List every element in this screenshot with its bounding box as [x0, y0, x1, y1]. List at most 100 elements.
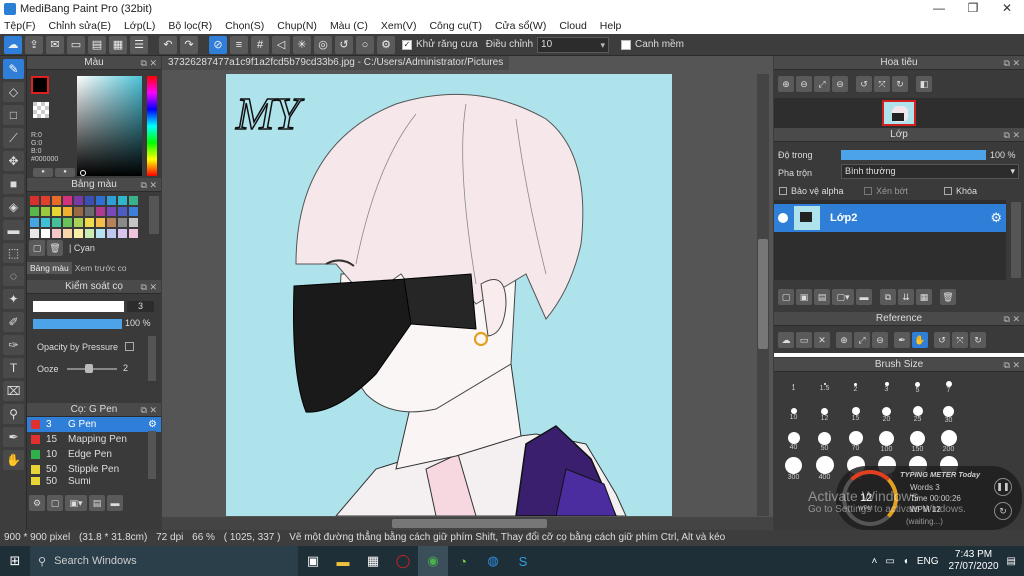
panel-popout-icon[interactable]: ⧉ ✕ [1004, 128, 1020, 142]
palette-swatch[interactable] [107, 196, 116, 205]
horizontal-scroll-thumb[interactable] [392, 519, 547, 528]
chrome-icon[interactable]: ◉ [418, 546, 448, 576]
reference-eyedropper-icon[interactable]: ✒ [894, 332, 910, 348]
palette-swatch[interactable] [118, 207, 127, 216]
new-layer-icon[interactable]: ▢ [778, 289, 794, 305]
delete-swatch-icon[interactable]: 🗑 [47, 240, 63, 256]
palette-swatch[interactable] [30, 229, 39, 238]
menu-select[interactable]: Chọn(S) [225, 20, 264, 32]
reference-hand-icon[interactable]: ✋ [912, 332, 928, 348]
network-icon[interactable]: ▭ [885, 556, 894, 567]
list-icon[interactable]: ☰ [130, 35, 148, 54]
brush-size-option[interactable]: 15 [840, 401, 871, 428]
comment-icon[interactable]: ▭ [67, 35, 85, 54]
app-pinned-icon[interactable]: ◔ [448, 546, 478, 576]
menu-cloud[interactable]: Cloud [559, 20, 586, 32]
palette-swatch[interactable] [30, 207, 39, 216]
protect-alpha-checkbox[interactable] [779, 187, 787, 195]
layer-row[interactable]: Lớp2 ⚙ [774, 204, 1006, 232]
select-tool-icon[interactable]: ⬚ [3, 243, 24, 263]
delete-layer-icon[interactable]: 🗑 [940, 289, 956, 305]
text-tool-icon[interactable]: T [3, 358, 24, 378]
task-view-icon[interactable]: ▣ [298, 546, 328, 576]
layer-visibility-icon[interactable] [778, 213, 788, 223]
lasso-tool-icon[interactable]: ◌ [3, 266, 24, 286]
reset-view-icon[interactable]: ⤧ [874, 76, 890, 92]
gear-icon[interactable]: ⚙ [377, 35, 395, 54]
brush-size-option[interactable]: 70 [840, 428, 871, 455]
volume-icon[interactable]: ◖ [903, 556, 909, 567]
move-tool-icon[interactable]: ✥ [3, 151, 24, 171]
divide-tool-icon[interactable]: ⌧ [3, 381, 24, 401]
radial-snap-icon[interactable]: ✳ [293, 35, 311, 54]
grid-icon[interactable]: ▦ [109, 35, 127, 54]
brush-size-option[interactable]: 5 [902, 374, 933, 401]
brush-size-value[interactable]: 3 [127, 301, 154, 312]
palette-swatch[interactable] [96, 218, 105, 227]
duplicate-layer-icon[interactable]: ⧉ [880, 289, 896, 305]
hue-slider[interactable] [147, 76, 157, 176]
drawing-canvas[interactable]: MY [226, 74, 672, 516]
eyedropper-tool-icon[interactable]: ⚲ [3, 404, 24, 424]
fill-rect-tool-icon[interactable]: ■ [3, 174, 24, 194]
layer-settings-gear-icon[interactable]: ⚙ [990, 210, 1002, 226]
brush-size-option[interactable]: 7 [933, 374, 964, 401]
zalo-icon[interactable]: ◍ [478, 546, 508, 576]
menu-help[interactable]: Help [600, 20, 622, 32]
saturation-value-picker[interactable] [77, 76, 142, 176]
brush-size-option[interactable]: 25 [902, 401, 933, 428]
panel-popout-icon[interactable]: ⧉ ✕ [141, 403, 157, 417]
reference-cloud-icon[interactable]: ☁ [778, 332, 794, 348]
eraser-tool-icon[interactable]: ◇ [3, 82, 24, 102]
palette-swatch[interactable] [63, 218, 72, 227]
palette-swatch[interactable] [85, 196, 94, 205]
brush-size-option[interactable]: 150 [902, 428, 933, 455]
panel-popout-icon[interactable]: ⧉ ✕ [1004, 56, 1020, 70]
opacity-pressure-checkbox[interactable] [125, 342, 134, 351]
menu-window[interactable]: Cửa sổ(W) [495, 20, 546, 32]
panel-popout-icon[interactable]: ⧉ ✕ [141, 56, 157, 70]
curve-snap-icon[interactable]: ↺ [335, 35, 353, 54]
color-mode-button[interactable]: ● [33, 167, 53, 177]
panel-popout-icon[interactable]: ⧉ ✕ [1004, 312, 1020, 326]
zoom-out-icon[interactable]: ⊖ [796, 76, 812, 92]
pen-tool-icon[interactable]: ✒ [3, 427, 24, 447]
new-halftone-layer-icon[interactable]: ▣ [796, 289, 812, 305]
menu-file[interactable]: Tệp(F) [4, 20, 36, 32]
lock-checkbox[interactable] [944, 187, 952, 195]
brush-item[interactable]: 50 Stipple Pen [27, 462, 161, 477]
brush-item[interactable]: 15 Mapping Pen [27, 432, 161, 447]
close-button[interactable]: ✕ [990, 0, 1024, 17]
reference-reset-icon[interactable]: ⤧ [952, 332, 968, 348]
palette-swatch[interactable] [52, 229, 61, 238]
menu-filter[interactable]: Bộ lọc(R) [168, 20, 212, 32]
palette-swatch[interactable] [63, 196, 72, 205]
layer-scrollbar[interactable] [1011, 202, 1021, 278]
menu-snap[interactable]: Chụp(N) [277, 20, 317, 32]
palette-swatch[interactable] [96, 229, 105, 238]
system-tray-chevron-icon[interactable]: ˄ [871, 556, 877, 567]
brush-size-option[interactable]: 3 [871, 374, 902, 401]
palette-swatch[interactable] [96, 196, 105, 205]
palette-swatch[interactable] [85, 229, 94, 238]
gradient-tool-icon[interactable]: ▬ [3, 220, 24, 240]
ellipse-snap-icon[interactable]: ○ [356, 35, 374, 54]
brush-size-option[interactable]: 1 [778, 374, 809, 401]
new-8bit-layer-icon[interactable]: ▤ [814, 289, 830, 305]
circle-snap-icon[interactable]: ◎ [314, 35, 332, 54]
menu-view[interactable]: Xem(V) [381, 20, 417, 32]
palette-swatch[interactable] [118, 218, 127, 227]
hand-tool-icon[interactable]: ✋ [3, 450, 24, 470]
antialias-checkbox[interactable]: ✓ [402, 39, 412, 50]
palette-swatch[interactable] [41, 229, 50, 238]
pause-icon[interactable]: ❚❚ [994, 478, 1012, 496]
undo-icon[interactable]: ↶ [159, 35, 177, 54]
brush-folder-icon[interactable]: ▬ [107, 495, 123, 511]
palette-swatch[interactable] [74, 218, 83, 227]
palette-swatch[interactable] [85, 218, 94, 227]
flip-icon[interactable]: ◧ [916, 76, 932, 92]
layer-folder-icon[interactable]: ▬ [856, 289, 872, 305]
document-icon[interactable]: ▤ [88, 35, 106, 54]
zoom-in-icon[interactable]: ⊕ [778, 76, 794, 92]
brush-size-option[interactable]: 30 [933, 401, 964, 428]
